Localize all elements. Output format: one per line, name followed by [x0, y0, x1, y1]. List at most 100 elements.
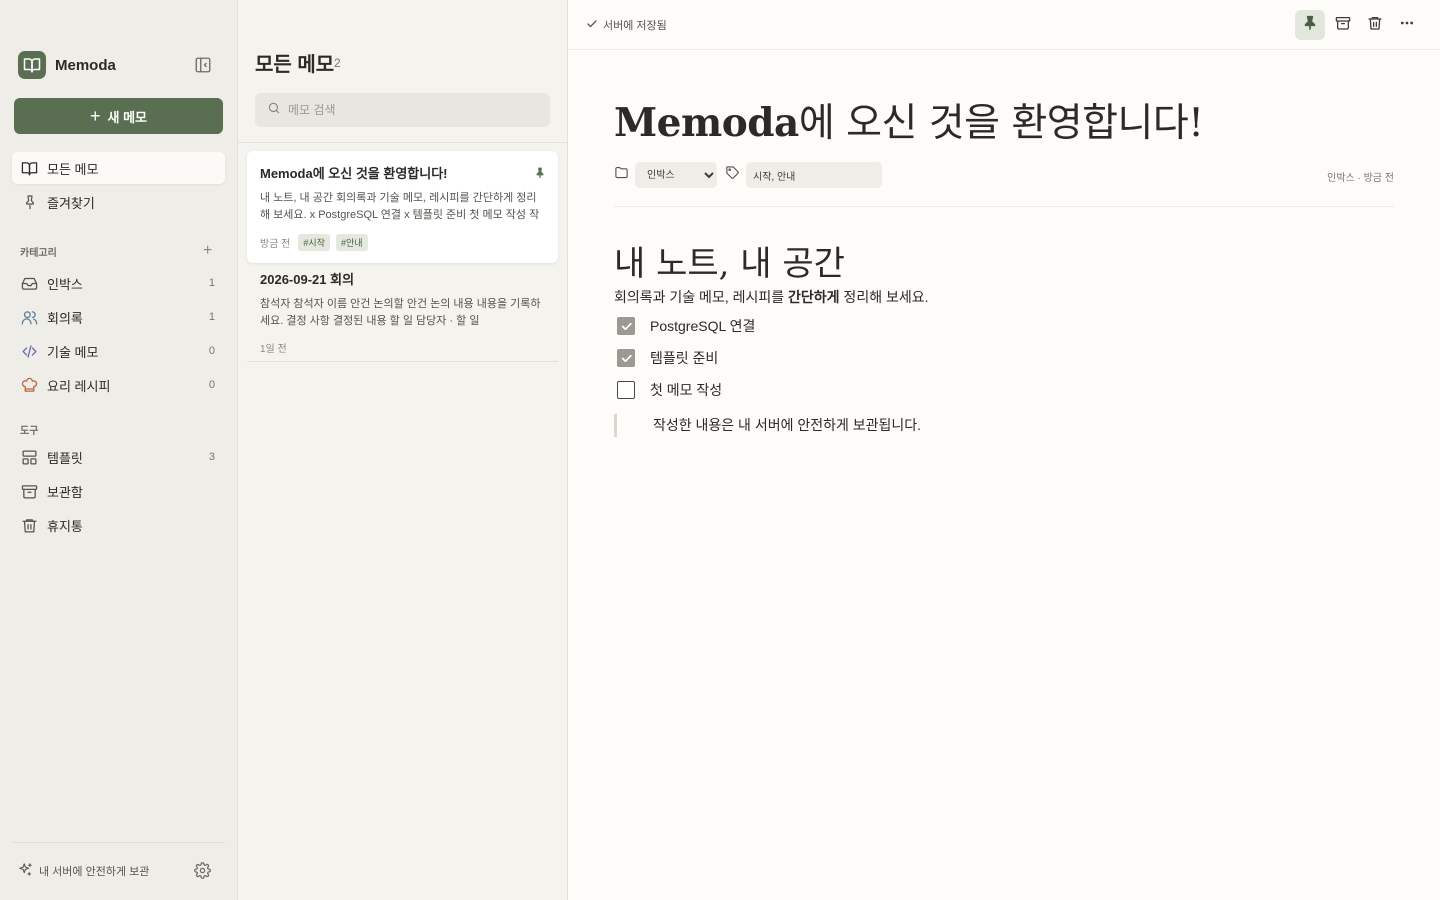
document-meta: 인박스	[614, 162, 882, 188]
category-tech[interactable]: 기술 메모 0	[12, 335, 225, 367]
category-count: 0	[208, 345, 215, 357]
sidebar-footer-divider	[12, 842, 225, 843]
checkbox-unchecked[interactable]	[617, 381, 635, 399]
category-count: 1	[208, 311, 215, 323]
new-memo-label: 새 메모	[107, 109, 148, 125]
tool-label: 휴지통	[47, 518, 83, 534]
archive-button[interactable]	[1328, 10, 1358, 40]
archive-icon	[1335, 15, 1351, 36]
tool-count: 3	[208, 451, 215, 463]
todo-label: 첫 메모 작성	[650, 382, 723, 398]
sidebar-collapse-icon[interactable]	[194, 56, 212, 74]
tool-label: 템플릿	[47, 450, 83, 466]
tag-badge[interactable]: #시작	[298, 234, 330, 251]
pin-icon	[1302, 15, 1318, 36]
inbox-icon	[21, 275, 38, 292]
tools-heading: 도구	[20, 426, 39, 437]
tag-badge[interactable]: #안내	[335, 234, 368, 251]
folder-select[interactable]: 인박스	[635, 162, 717, 188]
category-count: 1	[208, 277, 215, 289]
document-location-time: 인박스 · 방금 전	[1327, 173, 1394, 184]
checkbox-checked[interactable]	[617, 317, 635, 335]
app-name: Memoda	[55, 56, 116, 74]
brand[interactable]: Memoda	[18, 51, 116, 79]
check-icon	[586, 18, 598, 33]
code-icon	[21, 343, 38, 360]
card-divider	[247, 361, 558, 362]
checkbox-checked[interactable]	[617, 349, 635, 367]
editor-pane: 서버에 저장됨 Memoda에 오신 것을 환영합니다! 인박스 시작, 안내 …	[568, 0, 1440, 900]
search-box[interactable]	[255, 93, 550, 127]
note-list-pane: 모든 메모 2 Memoda에 오신 것을 환영합니다! 내 노트, 내 공간 …	[238, 0, 568, 900]
save-status: 서버에 저장됨	[586, 17, 667, 33]
storage-status: 내 서버에 안전하게 보관	[18, 862, 149, 880]
content-paragraph[interactable]: 회의록과 기술 메모, 레시피를 간단하게 정리해 보세요.	[614, 287, 929, 307]
note-card-meta: 1일 전	[260, 340, 545, 355]
document-title[interactable]: Memoda에 오신 것을 환영합니다!	[614, 92, 1204, 148]
chef-hat-icon	[21, 377, 38, 394]
note-card-title: 2026-09-21 회의	[260, 272, 355, 287]
nav-all-memos-label: 모든 메모	[47, 161, 99, 177]
pin-button[interactable]	[1295, 10, 1325, 40]
note-card-time: 1일 전	[260, 344, 287, 355]
list-divider	[238, 142, 568, 143]
book-open-icon	[18, 51, 46, 79]
note-card-time: 방금 전	[260, 239, 291, 250]
users-icon	[21, 309, 38, 326]
category-label: 인박스	[47, 276, 83, 292]
note-card-meta: 방금 전 #시작 #안내	[260, 234, 545, 251]
trash-icon	[1367, 15, 1383, 36]
folder-icon	[614, 165, 629, 185]
category-count: 0	[208, 379, 215, 391]
todo-label: PostgreSQL 연결	[650, 318, 756, 334]
nav-favorites-label: 즐겨찾기	[47, 195, 95, 211]
paragraph-bold: 간단하게	[788, 289, 840, 305]
category-label: 회의록	[47, 310, 83, 326]
more-horizontal-icon	[1399, 15, 1415, 36]
todo-item[interactable]: PostgreSQL 연결	[617, 316, 755, 336]
add-category-button[interactable]: +	[203, 242, 212, 260]
title-bold-part: Memoda	[614, 100, 799, 146]
plus-icon: +	[89, 106, 101, 126]
title-rest-part: 에 오신 것을 환영합니다!	[798, 101, 1204, 146]
trash-icon	[21, 517, 38, 534]
search-input[interactable]	[288, 103, 528, 117]
new-memo-button[interactable]: + 새 메모	[14, 98, 223, 134]
tag-icon	[725, 165, 740, 185]
editor-toolbar: 서버에 저장됨	[568, 0, 1440, 50]
nav-favorites[interactable]: 즐겨찾기	[12, 186, 225, 218]
note-card[interactable]: 2026-09-21 회의 참석자 참석자 이름 안건 논의할 안건 논의 내용…	[247, 257, 558, 367]
category-recipes[interactable]: 요리 레시피 0	[12, 369, 225, 401]
list-count: 2	[334, 56, 341, 70]
note-card-snippet: 참석자 참석자 이름 안건 논의할 안건 논의 내용 내용을 기록하세요. 결정…	[260, 298, 541, 327]
delete-button[interactable]	[1360, 10, 1390, 40]
template-icon	[21, 449, 38, 466]
sidebar: Memoda + 새 메모 모든 메모 즐겨찾기 카테고리 + 인박스 1 회의…	[0, 0, 238, 900]
pin-icon	[21, 194, 38, 211]
note-card-title: Memoda에 오신 것을 환영합니다!	[260, 166, 448, 181]
more-button[interactable]	[1392, 10, 1422, 40]
category-inbox[interactable]: 인박스 1	[12, 267, 225, 299]
tool-templates[interactable]: 템플릿 3	[12, 441, 225, 473]
category-meetings[interactable]: 회의록 1	[12, 301, 225, 333]
list-title: 모든 메모	[255, 54, 335, 76]
save-status-label: 서버에 저장됨	[603, 20, 667, 32]
todo-item[interactable]: 템플릿 준비	[617, 348, 718, 368]
categories-heading: 카테고리	[20, 248, 57, 259]
category-label: 요리 레시피	[47, 378, 111, 394]
content-blockquote[interactable]: 작성한 내용은 내 서버에 안전하게 보관됩니다.	[614, 414, 921, 437]
content-heading[interactable]: 내 노트, 내 공간	[614, 236, 845, 285]
gear-icon[interactable]	[194, 862, 211, 879]
tool-trash[interactable]: 휴지통	[12, 509, 225, 541]
paragraph-text: 정리해 보세요.	[839, 289, 929, 305]
nav-all-memos[interactable]: 모든 메모	[12, 152, 225, 184]
todo-label: 템플릿 준비	[650, 350, 719, 366]
todo-item[interactable]: 첫 메모 작성	[617, 380, 722, 400]
tags-input[interactable]	[746, 162, 882, 188]
sparkle-icon	[18, 862, 33, 880]
tool-archive[interactable]: 보관함	[12, 475, 225, 507]
search-icon	[267, 101, 281, 120]
note-card[interactable]: Memoda에 오신 것을 환영합니다! 내 노트, 내 공간 회의록과 기술 …	[247, 151, 558, 263]
pin-icon	[534, 166, 546, 178]
tool-label: 보관함	[47, 484, 83, 500]
